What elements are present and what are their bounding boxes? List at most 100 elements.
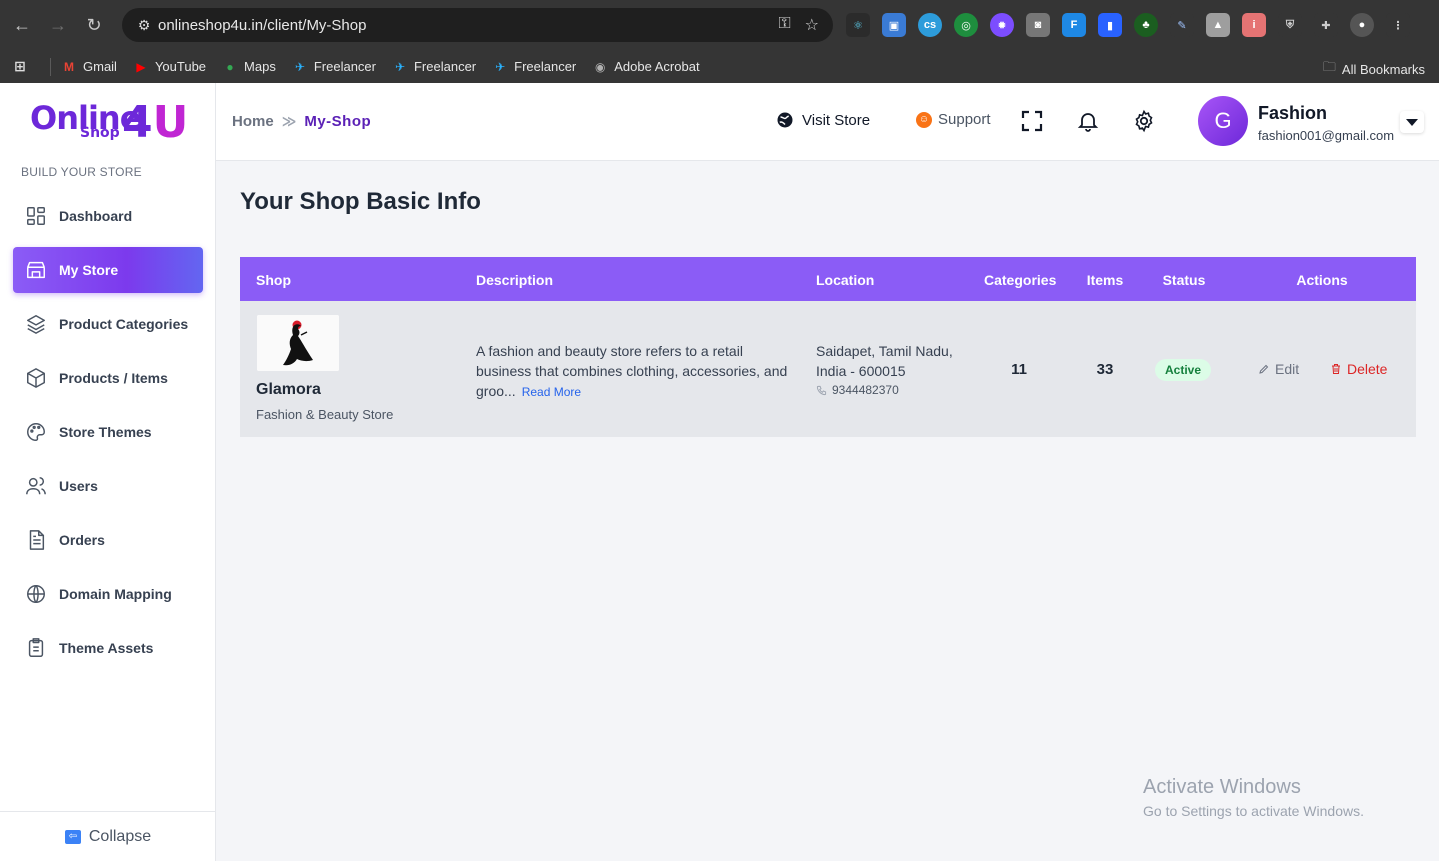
puzzle-icon[interactable]: ✚ — [1314, 13, 1338, 37]
apps-button[interactable]: ⊞ — [12, 58, 34, 75]
visit-store-button[interactable]: Visit Store — [776, 111, 870, 129]
docs-icon[interactable]: ▮ — [1098, 13, 1122, 37]
breadcrumb-current: My-Shop — [304, 113, 372, 130]
extension-blue-icon[interactable]: cs — [918, 13, 942, 37]
sidebar-item-orders[interactable]: Orders — [13, 517, 203, 563]
categories-count: 11 — [1011, 361, 1027, 378]
back-button[interactable]: ← — [4, 7, 40, 43]
forward-button[interactable]: → — [40, 7, 76, 43]
gear-icon[interactable] — [1132, 109, 1156, 133]
apps-grid-icon: ⊞ — [14, 58, 26, 74]
top-header: Home ≫ My-Shop Visit Store ☺ Support G F… — [216, 83, 1439, 161]
bookmark-label: Freelancer — [313, 59, 376, 74]
sidebar-item-store-themes[interactable]: Store Themes — [13, 409, 203, 455]
breadcrumb-home[interactable]: Home — [232, 113, 274, 130]
bookmark-label: Freelancer — [413, 59, 477, 74]
bookmark-freelancer[interactable]: ✈ Freelancer — [292, 59, 376, 75]
sidebar-item-product-categories[interactable]: Product Categories — [13, 301, 203, 347]
brand-logo[interactable]: Online Shop 4U — [30, 99, 190, 151]
clipboard-icon — [25, 637, 47, 659]
reload-button[interactable]: ↻ — [76, 7, 112, 43]
fashion-woman-icon — [257, 315, 339, 371]
bookmark-maps[interactable]: ● Maps — [222, 59, 275, 75]
extension-red-icon[interactable]: i — [1242, 13, 1266, 37]
address-bar[interactable]: ⚙ onlineshop4u.in/client/My-Shop ⚿ ☆ — [122, 8, 833, 42]
globe-icon — [25, 583, 47, 605]
user-email: fashion001@gmail.com — [1258, 128, 1395, 143]
bookmarks-divider — [50, 57, 51, 76]
shop-phone: 9344482370 — [816, 383, 899, 397]
bookmark-favicon-icon: ✈ — [294, 59, 305, 74]
sidebar-item-label: Product Categories — [59, 316, 189, 332]
screen-capture-icon[interactable]: ▣ — [882, 13, 906, 37]
header-location: Location — [816, 272, 875, 288]
bell-icon[interactable] — [1076, 109, 1100, 133]
bookmark-label: Gmail — [83, 59, 117, 74]
bookmark-adobe-acrobat[interactable]: ◉ Adobe Acrobat — [592, 59, 700, 75]
trash-icon — [1332, 364, 1340, 374]
bookmark-favicon-icon: ✈ — [495, 59, 506, 74]
layers-icon — [25, 313, 47, 335]
edit-button[interactable]: Edit — [1258, 361, 1299, 377]
bookmark-favicon-icon: ▶ — [136, 59, 146, 74]
read-more-link[interactable]: Read More — [522, 385, 581, 399]
shield-icon[interactable]: ⛨ — [1278, 13, 1302, 37]
logo-shop-text: Shop — [80, 125, 120, 141]
eyedropper-icon[interactable]: ✎ — [1170, 13, 1194, 37]
extension-grey-icon[interactable]: ▲ — [1206, 13, 1230, 37]
bookmark-list: M Gmail ▶ YouTube ● Maps ✈ Freelancer ✈ Freelance… — [61, 59, 716, 75]
bookmark-gmail[interactable]: M Gmail — [61, 59, 117, 75]
phone-icon — [816, 385, 827, 395]
sidebar-item-domain-mapping[interactable]: Domain Mapping — [13, 571, 203, 617]
site-info-icon[interactable]: ⚙ — [134, 15, 154, 35]
user-name: Fashion — [1258, 103, 1328, 123]
globe-icon — [777, 112, 793, 128]
shop-info-table: Shop Description Location Categories Ite… — [240, 257, 1416, 437]
breadcrumb-separator-icon: ≫ — [281, 113, 297, 129]
password-key-icon[interactable]: ⚿ — [778, 15, 790, 35]
collapse-arrow-icon: ⇦ — [64, 829, 81, 844]
extension-gear-icon[interactable]: ✹ — [990, 13, 1014, 37]
bookmark-freelancer[interactable]: ✈ Freelancer — [392, 59, 476, 75]
bookmark-favicon-icon: M — [64, 59, 74, 74]
all-bookmarks-label: All Bookmarks — [1341, 61, 1425, 77]
bookmark-favicon-icon: ● — [226, 59, 234, 74]
sidebar-item-my-store[interactable]: My Store — [13, 247, 203, 293]
header-description: Description — [476, 272, 554, 288]
bookmark-youtube[interactable]: ▶ YouTube — [133, 59, 206, 75]
visit-store-label: Visit Store — [802, 111, 871, 129]
extension-green-icon[interactable]: ◎ — [954, 13, 978, 37]
react-devtools-icon[interactable]: ⚛ — [846, 13, 870, 37]
extension-leaf-icon[interactable]: ♣ — [1134, 13, 1158, 37]
bookmark-freelancer[interactable]: ✈ Freelancer — [492, 59, 576, 75]
shop-name: Glamora — [256, 381, 321, 398]
shop-location: Saidapet, Tamil Nadu, India - 600015 — [816, 343, 953, 379]
sidebar-item-label: Users — [59, 478, 98, 494]
chevron-down-icon — [1406, 119, 1418, 126]
user-menu-toggle[interactable] — [1400, 111, 1424, 133]
sidebar-item-label: Dashboard — [59, 208, 133, 224]
shop-description: A fashion and beauty store refers to a r… — [476, 341, 796, 402]
shop-subtitle: Fashion & Beauty Store — [256, 407, 394, 422]
all-bookmarks-button[interactable]: 🗀 All Bookmarks — [1323, 58, 1425, 80]
camera-icon[interactable]: ◙ — [1026, 13, 1050, 37]
sidebar-item-dashboard[interactable]: Dashboard — [13, 193, 203, 239]
support-button[interactable]: ☺ Support — [916, 111, 991, 128]
fullscreen-icon[interactable] — [1020, 109, 1044, 133]
sidebar-item-theme-assets[interactable]: Theme Assets — [13, 625, 203, 671]
bookmark-star-icon[interactable]: ☆ — [805, 15, 819, 35]
sidebar-item-products-items[interactable]: Products / Items — [13, 355, 203, 401]
table-row: Glamora Fashion & Beauty Store A fashion… — [240, 301, 1416, 437]
sidebar-item-label: Store Themes — [59, 424, 152, 440]
collapse-button[interactable]: ⇦ Collapse — [0, 811, 216, 861]
breadcrumb: Home ≫ My-Shop — [232, 113, 371, 130]
avatar[interactable]: G — [1198, 96, 1248, 146]
users-icon — [25, 475, 47, 497]
sidebar-item-users[interactable]: Users — [13, 463, 203, 509]
dashboard-icon — [25, 205, 47, 227]
extension-f-icon[interactable]: F — [1062, 13, 1086, 37]
watermark-line1: Activate Windows — [1143, 776, 1301, 798]
delete-button[interactable]: Delete — [1330, 361, 1387, 377]
profile-icon[interactable]: ● — [1350, 13, 1374, 37]
menu-kebab-icon[interactable]: ⋮ — [1386, 13, 1410, 37]
